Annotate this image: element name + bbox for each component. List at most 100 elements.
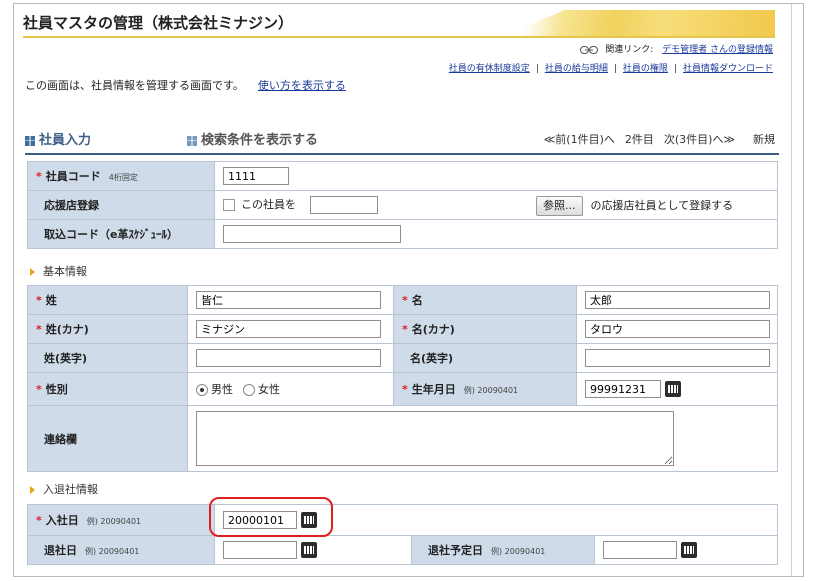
first-kana-input[interactable]: [585, 320, 770, 338]
store-checkbox-label: この社員を: [241, 198, 296, 211]
arrow-right-icon: [30, 268, 35, 276]
birth-label-cell: * 生年月日 例) 20090401: [393, 372, 577, 406]
code-label: 社員コード: [45, 170, 101, 183]
join-label-cell: * 入社日 例) 20090401: [27, 504, 215, 536]
leave-plan-label: 退社予定日: [428, 544, 483, 557]
store-checkbox[interactable]: [223, 199, 235, 211]
store-label: 応援店登録: [44, 199, 99, 212]
employment-heading: 入退社情報: [30, 481, 98, 497]
record-pager: ≪前(1件目)へ 2件目 次(3件目)へ≫ 新規: [534, 131, 775, 147]
leave-cell: [214, 535, 412, 565]
gender-female-radio[interactable]: [243, 384, 255, 396]
link-separator: |: [535, 64, 539, 74]
basic-info-heading: 基本情報: [30, 263, 87, 279]
required-mark: *: [36, 294, 42, 307]
table-row: * 入社日 例) 20090401: [27, 504, 778, 536]
prev-record-link[interactable]: ≪前(1件目)へ: [544, 133, 615, 146]
download-link[interactable]: 社員情報ダウンロード: [683, 64, 773, 74]
leave-plan-date-input[interactable]: [603, 541, 677, 559]
header-decoration: [505, 10, 775, 36]
first-kana-label-cell: * 名(カナ): [393, 314, 577, 344]
required-mark: *: [402, 294, 408, 307]
first-kana-label: 名(カナ): [411, 323, 455, 336]
search-toggle-label: 検索条件を表示する: [201, 133, 319, 148]
grid-icon: [25, 135, 35, 146]
code-value-cell: [214, 161, 778, 191]
store-ref-button[interactable]: 参照...: [536, 196, 583, 216]
link-separator: |: [673, 64, 677, 74]
first-en-label-cell: 名(英字): [393, 343, 577, 373]
page-frame: 社員マスタの管理（株式会社ミナジン） 関連リンク: デモ管理者 さんの登録情報 …: [13, 3, 804, 577]
gender-male-label: 男性: [211, 383, 233, 396]
page-title: 社員マスタの管理（株式会社ミナジン）: [23, 14, 294, 32]
new-record-link[interactable]: 新規: [753, 133, 775, 146]
next-record-link[interactable]: 次(3件目)へ≫: [664, 133, 735, 146]
gender-cell: 男性 女性: [187, 372, 394, 406]
basic-info-heading-text: 基本情報: [43, 265, 87, 278]
contact-textarea[interactable]: [196, 411, 674, 466]
leave-label: 退社日: [44, 544, 77, 557]
related-links-row: 関連リンク: デモ管理者 さんの登録情報: [580, 42, 773, 55]
first-name-label: 名: [411, 294, 423, 307]
first-en-label: 名(英字): [410, 352, 454, 365]
last-en-label: 姓(英字): [44, 352, 88, 365]
last-kana-input[interactable]: [196, 320, 381, 338]
last-name-input[interactable]: [196, 291, 381, 309]
last-en-input[interactable]: [196, 349, 381, 367]
employment-heading-text: 入退社情報: [43, 483, 98, 496]
leave-hint: 例) 20090401: [85, 547, 140, 556]
employee-code-input[interactable]: [223, 167, 289, 185]
first-kana-cell: [576, 314, 778, 344]
first-name-label-cell: * 名: [393, 285, 577, 315]
required-mark: *: [36, 383, 42, 396]
contact-label: 連絡欄: [44, 432, 77, 446]
gender-male-radio[interactable]: [196, 384, 208, 396]
leave-date-input[interactable]: [223, 541, 297, 559]
manager-info-link[interactable]: デモ管理者 さんの登録情報: [662, 45, 773, 55]
arrow-right-icon: [30, 486, 35, 494]
employment-table: *入社日例) 20090401 退社日例) 20090401 退社予定日例) 2…: [27, 504, 778, 565]
import-label-cell: 取込コード（e革ｽｹｼﾞｭｰﾙ）: [27, 219, 215, 249]
paid-leave-link[interactable]: 社員の有休制度設定: [449, 64, 530, 74]
calendar-icon[interactable]: [681, 542, 697, 558]
store-input[interactable]: [309, 196, 378, 214]
calendar-icon[interactable]: [301, 542, 317, 558]
last-kana-cell: [187, 314, 394, 344]
description-row: この画面は、社員情報を管理する画面です。 使い方を表示する: [25, 77, 346, 93]
table-row: * 性別 男性 女性 * 生年月日 例) 20090401: [27, 372, 778, 406]
last-en-label-cell: 姓(英字): [27, 343, 188, 373]
permission-link[interactable]: 社員の権限: [623, 64, 668, 74]
employee-code-table: *社員コード 4桁固定 応援店登録 この社員を 参照... の応援店社員として登録す…: [27, 161, 778, 249]
birth-label: 生年月日: [411, 383, 456, 396]
last-name-label: 姓: [45, 294, 57, 307]
birth-hint: 例) 20090401: [463, 386, 519, 395]
last-name-cell: [187, 285, 394, 315]
table-row: 応援店登録 この社員を 参照... の応援店社員として登録する: [27, 190, 778, 220]
payslip-link[interactable]: 社員の給与明細: [545, 64, 608, 74]
help-link[interactable]: 使い方を表示する: [258, 79, 346, 92]
required-mark: *: [36, 514, 42, 527]
first-name-input[interactable]: [585, 291, 770, 309]
gender-label-cell: * 性別: [27, 372, 188, 406]
table-row: *姓(カナ) *名(カナ): [27, 314, 778, 344]
last-kana-label: 姓(カナ): [45, 323, 89, 336]
join-label: 入社日: [45, 514, 79, 527]
sub-links-row: 社員の有休制度設定 | 社員の給与明細 | 社員の権限 | 社員情報ダウンロード: [449, 61, 773, 74]
link-chain-icon: [580, 45, 599, 54]
birth-date-input[interactable]: [585, 380, 661, 398]
page-header: 社員マスタの管理（株式会社ミナジン）: [23, 10, 775, 36]
calendar-icon[interactable]: [665, 381, 681, 397]
current-record: 2件目: [624, 133, 654, 146]
first-en-cell: [576, 343, 778, 373]
search-toggle[interactable]: 検索条件を表示する: [187, 129, 318, 148]
table-row: * 社員コード 4桁固定: [27, 161, 778, 191]
import-code-input[interactable]: [223, 225, 401, 243]
description-text: この画面は、社員情報を管理する画面です。: [25, 79, 244, 92]
first-en-input[interactable]: [585, 349, 770, 367]
contact-label-cell: 連絡欄: [27, 405, 188, 472]
table-row: 取込コード（e革ｽｹｼﾞｭｰﾙ）: [27, 219, 778, 249]
section-title-text: 社員入力: [39, 133, 92, 148]
table-row: 連絡欄: [27, 405, 778, 472]
table-row: *姓 *名: [27, 285, 778, 315]
store-label-cell: 応援店登録: [27, 190, 215, 220]
